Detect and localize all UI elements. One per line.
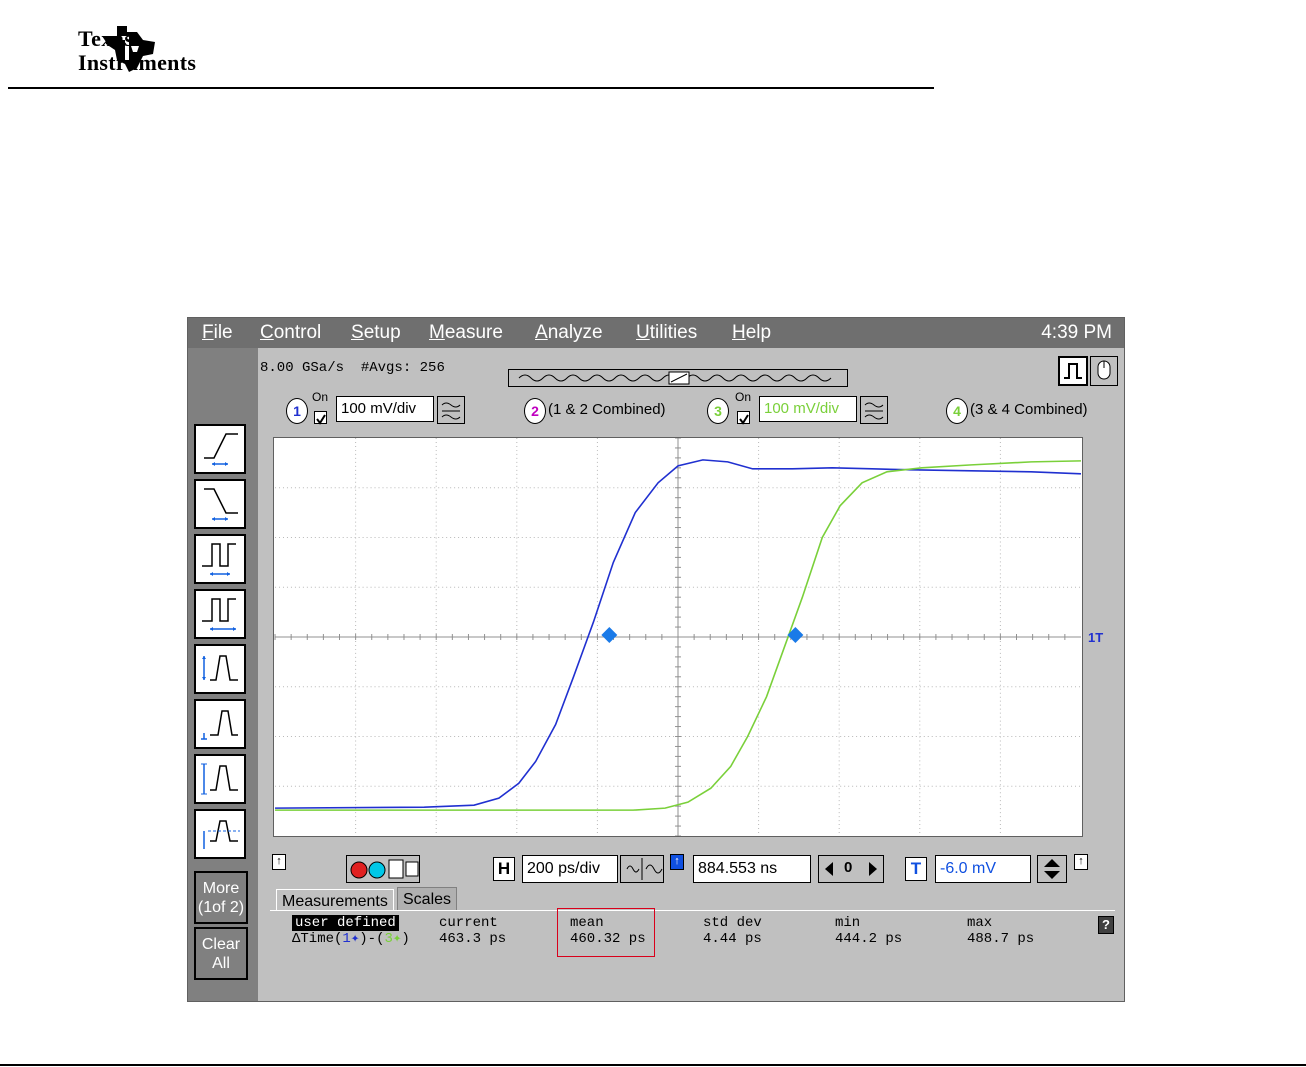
square-wave-icon <box>1064 363 1082 379</box>
mean-highlight-box <box>557 908 655 957</box>
acquisition-controls <box>346 855 420 883</box>
measurement-definition: ΔTime(1✦)-(3✦) <box>292 931 410 947</box>
channel-1-measurement-marker <box>601 627 618 643</box>
fall-time-button[interactable] <box>194 479 246 529</box>
channel-1-scale-field[interactable]: 100 mV/div <box>336 396 434 422</box>
fall-time-icon <box>204 488 238 521</box>
delay-step-value: 0 <box>844 859 853 876</box>
channel-1-coupling-button[interactable] <box>437 396 465 424</box>
min-value: 444.2 ps <box>835 931 903 947</box>
measurement-toolbar: More (1of 2) Clear All <box>188 348 258 1001</box>
mouse-mode-button[interactable] <box>1090 356 1118 386</box>
channel-1-on-label: On <box>312 390 329 404</box>
stop-icon <box>350 861 368 879</box>
trigger-level-marker[interactable]: 1T <box>1088 630 1103 645</box>
measurement-name[interactable]: user defined <box>292 915 399 931</box>
max-label: max <box>967 915 993 931</box>
channel-3-coupling-button[interactable] <box>860 396 888 424</box>
clear-all-button[interactable]: Clear All <box>194 927 248 980</box>
menu-measure[interactable]: Measure <box>429 322 503 344</box>
channel-2-label: (1 & 2 Combined) <box>548 401 666 418</box>
oscilloscope-window: File Control Setup Measure Analyze Utili… <box>187 317 1125 1002</box>
amplitude-button[interactable] <box>194 644 246 694</box>
mouse-icon <box>1097 360 1111 380</box>
delay-step-control[interactable]: 0 <box>818 855 884 883</box>
channel-3-measurement-marker <box>787 627 804 643</box>
waveform-display[interactable] <box>273 437 1083 837</box>
menu-setup[interactable]: Setup <box>351 322 401 344</box>
channel-3-scale-field[interactable]: 100 mV/div <box>759 396 857 422</box>
std-dev-value: 4.44 ps <box>703 931 762 947</box>
delay-reference-icon[interactable]: ↑ <box>670 854 684 870</box>
channel-3-on-label: On <box>735 390 752 404</box>
rise-time-button[interactable] <box>194 424 246 474</box>
run-stop-icons <box>350 859 419 879</box>
channel-4-indicator[interactable]: 4 <box>946 398 968 424</box>
footer-divider <box>0 1064 1306 1066</box>
period-icon <box>202 543 236 576</box>
current-value: 463.3 ps <box>439 931 507 947</box>
graticule-grid <box>274 438 1081 836</box>
delay-field[interactable]: 884.553 ns <box>693 855 811 883</box>
channel-1-indicator[interactable]: 1 <box>286 398 308 424</box>
channel-3-on-checkbox[interactable] <box>737 411 750 425</box>
menu-analyze[interactable]: Analyze <box>535 322 603 344</box>
help-icon[interactable]: ? <box>1098 916 1114 934</box>
single-icon <box>388 859 404 879</box>
channel-2-indicator[interactable]: 2 <box>524 398 546 424</box>
company-name-line2: Instruments <box>78 50 197 75</box>
scroll-up-right-button[interactable]: ↑ <box>1074 854 1088 870</box>
sample-rate: 8.00 GSa/s <box>260 360 345 376</box>
channel-3-indicator[interactable]: 3 <box>707 398 729 424</box>
run-icon <box>368 861 386 879</box>
scope-view-button[interactable] <box>1058 356 1088 386</box>
rise-time-icon <box>204 433 238 466</box>
check-icon <box>316 414 326 425</box>
print-icon <box>405 861 419 877</box>
std-dev-label: std dev <box>703 915 762 931</box>
frequency-button[interactable] <box>194 589 246 639</box>
trigger-label: T <box>905 857 927 881</box>
timebase-navigator[interactable] <box>508 369 848 387</box>
tab-scales[interactable]: Scales <box>397 887 458 911</box>
menu-control[interactable]: Control <box>260 322 321 344</box>
acquisition-status: 8.00 GSa/s #Avgs: 256 <box>260 360 445 376</box>
menu-bar: File Control Setup Measure Analyze Utili… <box>188 318 1124 348</box>
scroll-up-left-button[interactable]: ↑ <box>272 854 286 870</box>
header-divider <box>8 87 934 89</box>
up-down-arrows-icon <box>1044 859 1060 879</box>
horizontal-label: H <box>493 857 515 881</box>
channel-1-on-checkbox[interactable] <box>314 411 327 425</box>
menu-utilities[interactable]: Utilities <box>636 322 697 344</box>
min-label: min <box>835 915 861 931</box>
trigger-level-spinner[interactable] <box>1037 855 1067 883</box>
coupling-icon <box>441 402 461 420</box>
waveform-overview-icon <box>518 371 832 385</box>
more-button[interactable]: More (1of 2) <box>194 871 248 924</box>
timebase-adjust-button[interactable] <box>620 855 664 883</box>
max-value: 488.7 ps <box>967 931 1035 947</box>
company-name-line1: Texas <box>78 26 134 51</box>
coupling-icon <box>864 402 884 420</box>
channel-4-label: (3 & 4 Combined) <box>970 401 1088 418</box>
peak-to-peak-button[interactable] <box>194 754 246 804</box>
frequency-icon <box>202 598 236 631</box>
timebase-arrows-icon <box>626 858 663 880</box>
current-label: current <box>439 915 498 931</box>
menu-help[interactable]: Help <box>732 322 771 344</box>
menu-file[interactable]: File <box>202 322 233 344</box>
averages-count: #Avgs: 256 <box>360 360 445 376</box>
period-button[interactable] <box>194 534 246 584</box>
view-toggle <box>1058 356 1120 386</box>
amplitude-icon <box>202 655 238 681</box>
peak-to-peak-icon <box>201 763 238 795</box>
timebase-field[interactable]: 200 ps/div <box>522 855 618 883</box>
top-level-button[interactable] <box>194 699 246 749</box>
trigger-level-field[interactable]: -6.0 mV <box>935 855 1031 883</box>
top-level-icon <box>201 710 238 740</box>
rms-icon <box>203 820 240 849</box>
check-icon <box>739 414 749 425</box>
rms-button[interactable] <box>194 809 246 859</box>
clock-display: 4:39 PM <box>1041 322 1112 343</box>
